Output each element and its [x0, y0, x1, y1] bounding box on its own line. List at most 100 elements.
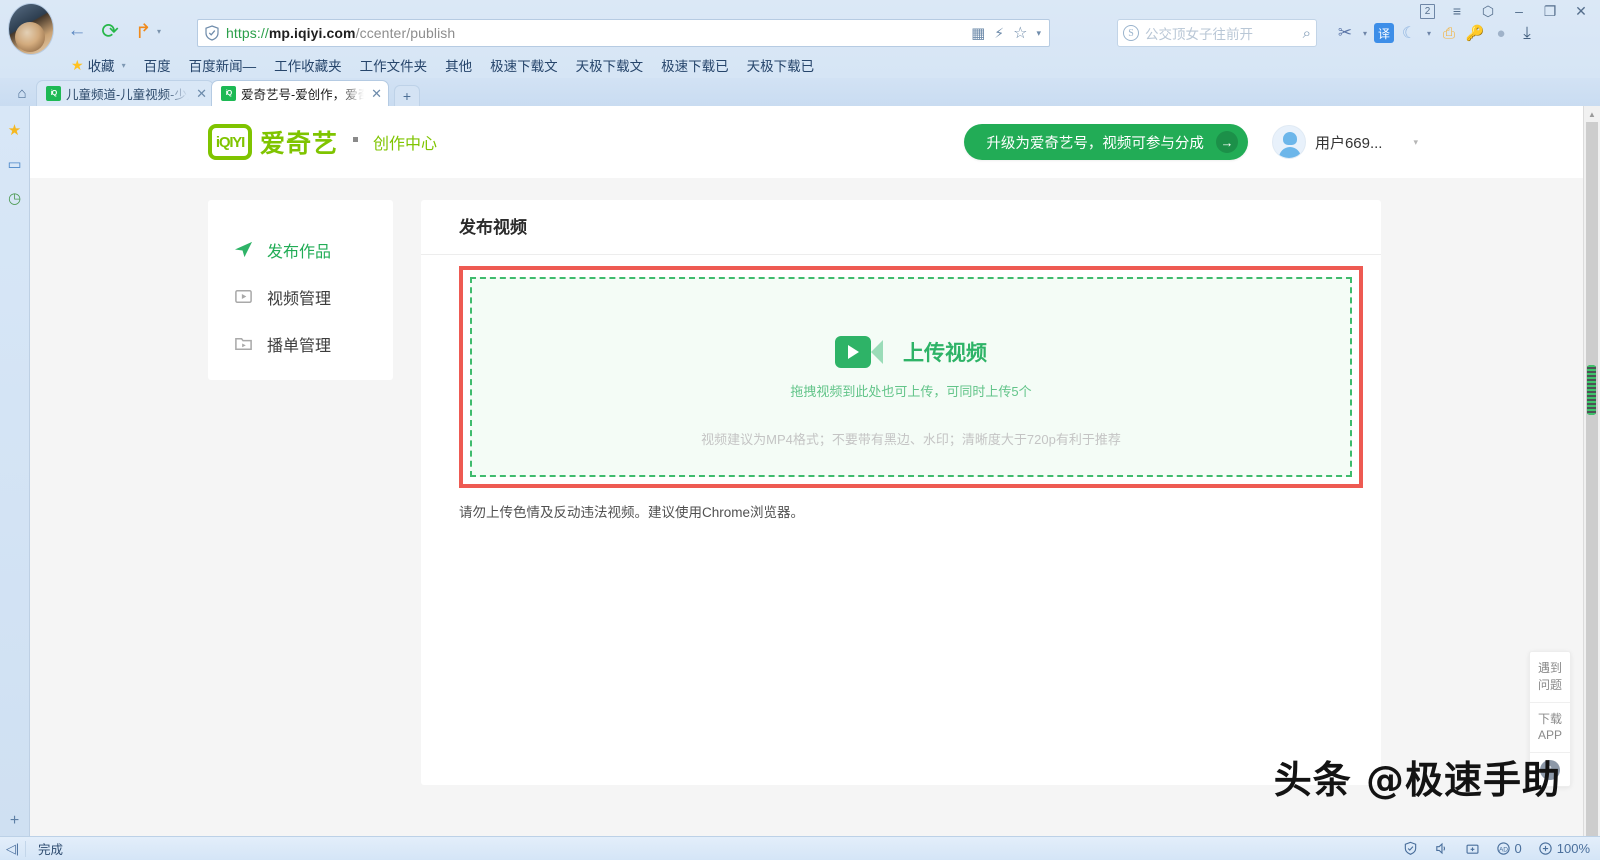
- sidebar-item-label: 播单管理: [267, 337, 332, 355]
- scrollbar-thumb[interactable]: [1585, 361, 1598, 419]
- menu-icon[interactable]: ≡: [1448, 2, 1466, 20]
- tab-title: 爱奇艺号-爱创作，爱奇艺: [241, 88, 365, 102]
- chevron-down-icon[interactable]: ▾: [1424, 20, 1434, 46]
- skin-icon[interactable]: ⬡: [1479, 2, 1497, 20]
- key-icon[interactable]: 🔑: [1464, 20, 1486, 46]
- search-box[interactable]: S 公交顶女子往前开 ⌕: [1117, 19, 1317, 47]
- bookmark-favorites[interactable]: ★ 收藏 ▾: [62, 53, 135, 77]
- home-icon[interactable]: ⌂: [8, 80, 36, 106]
- night-mode-icon[interactable]: ☾: [1398, 20, 1420, 46]
- history-clock-icon[interactable]: ◷: [5, 188, 25, 208]
- window-controls: 2 ≡ ⬡ – ❐ ✕: [1420, 2, 1590, 20]
- download-app-button[interactable]: 下载 APP: [1530, 703, 1570, 754]
- search-engine-icon: S: [1123, 25, 1139, 41]
- username-label: 用户669...: [1314, 134, 1383, 152]
- address-bar[interactable]: https://mp.iqiyi.com/ccenter/publish ▦ ⚡…: [197, 19, 1050, 47]
- chevron-down-icon[interactable]: ▾: [122, 61, 126, 70]
- help-feedback-button[interactable]: 遇到 问题: [1530, 652, 1570, 703]
- favorites-star-icon[interactable]: ★: [5, 120, 25, 140]
- back-button[interactable]: ←: [62, 16, 92, 46]
- help-line-2: 问题: [1537, 677, 1562, 692]
- tab-count-badge[interactable]: 2: [1420, 3, 1435, 19]
- reload-icon[interactable]: ⟳: [95, 16, 125, 46]
- shield-icon[interactable]: [1403, 841, 1418, 856]
- new-tab-button[interactable]: +: [394, 85, 420, 106]
- bookmark-item[interactable]: 天极下载已: [738, 53, 824, 77]
- chevron-down-icon[interactable]: ▾: [1413, 137, 1418, 148]
- upload-button-label: 上传视频: [903, 342, 987, 365]
- screen-icon[interactable]: ▭: [5, 154, 25, 174]
- search-icon[interactable]: ⌕: [1303, 25, 1311, 42]
- header-subtitle: 创作中心: [373, 136, 438, 153]
- translate-icon[interactable]: 译: [1374, 23, 1394, 43]
- scroll-up-arrow-icon[interactable]: ▲: [1584, 107, 1600, 122]
- upload-cta[interactable]: 上传视频: [835, 336, 987, 368]
- send-icon: [234, 240, 253, 259]
- add-rail-icon[interactable]: +: [10, 812, 19, 830]
- bookmark-item[interactable]: 工作文件夹: [351, 53, 437, 77]
- search-input[interactable]: 公交顶女子往前开: [1145, 23, 1303, 43]
- brand-name: 爱奇艺: [260, 130, 339, 158]
- avatar: [1271, 125, 1306, 159]
- tab-title: 儿童频道-儿童视频-少儿: [66, 88, 190, 102]
- sidebar-item-video-manage[interactable]: 视频管理: [208, 273, 393, 320]
- chevron-down-icon[interactable]: ▾: [1360, 20, 1370, 46]
- chevron-down-icon[interactable]: ▾: [1036, 28, 1041, 39]
- bookmark-item[interactable]: 百度: [135, 53, 180, 77]
- upgrade-button[interactable]: 升级为爱奇艺号，视频可参与分成 →: [964, 124, 1248, 160]
- publish-panel: 发布视频 上传视频 拖拽视频到此处也可上传，可同时上传5个 视频建议为MP4格式…: [421, 200, 1381, 785]
- close-icon[interactable]: ✕: [371, 86, 382, 102]
- iqiyi-header: iQIYI 爱奇艺 创作中心 升级为爱奇艺号，视频可参与分成 → 用户669..…: [30, 106, 1583, 178]
- scissors-icon[interactable]: ✂: [1334, 20, 1356, 46]
- adblock-counter[interactable]: AD 0: [1496, 841, 1522, 856]
- mobile-preview-icon[interactable]: ⎙: [1438, 20, 1460, 46]
- speaker-icon[interactable]: [1434, 841, 1449, 856]
- download-icon[interactable]: ⤓: [1516, 20, 1538, 46]
- toolbox-icon[interactable]: [1465, 841, 1480, 856]
- star-icon[interactable]: ☆: [1013, 23, 1027, 43]
- bookmark-label: 收藏: [87, 59, 115, 74]
- minimize-button[interactable]: –: [1510, 2, 1528, 20]
- bookmark-item[interactable]: 极速下载已: [652, 53, 738, 77]
- arrow-right-icon: →: [1215, 131, 1238, 153]
- close-icon[interactable]: ✕: [196, 86, 207, 102]
- status-text: 完成: [38, 843, 64, 857]
- sidebar-item-playlist-manage[interactable]: 播单管理: [208, 320, 393, 367]
- navigation-controls: ← ⟳ ↱ ▾: [62, 16, 162, 46]
- browser-side-rail: ★ ▭ ◷ +: [0, 106, 30, 836]
- more-options-icon[interactable]: ●: [1490, 20, 1512, 46]
- iqiyi-logo-group[interactable]: iQIYI 爱奇艺 创作中心: [208, 124, 437, 160]
- close-button[interactable]: ✕: [1572, 2, 1590, 20]
- bookmark-item[interactable]: 天极下载文: [567, 53, 653, 77]
- bookmark-item[interactable]: 其他: [436, 53, 481, 77]
- folder-icon: [234, 334, 253, 353]
- content-area: 发布作品 视频管理 播单管理 发布视频 上传视频 拖拽视频到此处也可上传，可同时…: [30, 178, 1583, 785]
- sidebar-toggle-icon[interactable]: ◁|: [0, 840, 26, 857]
- browser-window: ← ⟳ ↱ ▾ https://mp.iqiyi.com/ccenter/pub…: [0, 0, 1600, 860]
- sidebar-item-publish[interactable]: 发布作品: [208, 226, 393, 273]
- bookmark-item[interactable]: 工作收藏夹: [265, 53, 351, 77]
- app-line-1: 下载: [1537, 711, 1562, 726]
- upload-dropzone[interactable]: 上传视频 拖拽视频到此处也可上传，可同时上传5个 视频建议为MP4格式；不要带有…: [470, 277, 1352, 477]
- chevron-down-icon[interactable]: ▾: [157, 27, 161, 36]
- forward-history-icon[interactable]: ↱: [128, 16, 158, 46]
- url-text: https://mp.iqiyi.com/ccenter/publish: [226, 25, 455, 41]
- lightning-icon[interactable]: ⚡: [994, 25, 1004, 42]
- url-path: /ccenter/publish: [355, 25, 456, 41]
- avatar[interactable]: [8, 3, 54, 55]
- scrollbar-track[interactable]: [1586, 122, 1598, 836]
- qrcode-icon[interactable]: ▦: [971, 24, 985, 42]
- zoom-level[interactable]: 100%: [1538, 841, 1590, 856]
- bookmark-item[interactable]: 百度新闻—: [180, 53, 266, 77]
- page-title: 发布视频: [421, 200, 1381, 255]
- page-scrollbar[interactable]: ▲: [1583, 106, 1600, 836]
- bookmark-item[interactable]: 极速下载文: [481, 53, 567, 77]
- user-menu[interactable]: 用户669... ▾: [1271, 125, 1418, 159]
- upgrade-label: 升级为爱奇艺号，视频可参与分成: [986, 135, 1204, 152]
- zoom-percent: 100%: [1556, 841, 1590, 856]
- browser-tab-2[interactable]: iQ 爱奇艺号-爱创作，爱奇艺 ✕: [211, 80, 389, 106]
- maximize-button[interactable]: ❐: [1541, 2, 1559, 20]
- video-camera-icon: [835, 336, 883, 368]
- bookmarks-bar: ★ 收藏 ▾ 百度 百度新闻— 工作收藏夹 工作文件夹 其他 极速下载文 天极下…: [62, 53, 823, 77]
- browser-tab-1[interactable]: iQ 儿童频道-儿童视频-少儿 ✕: [36, 80, 214, 106]
